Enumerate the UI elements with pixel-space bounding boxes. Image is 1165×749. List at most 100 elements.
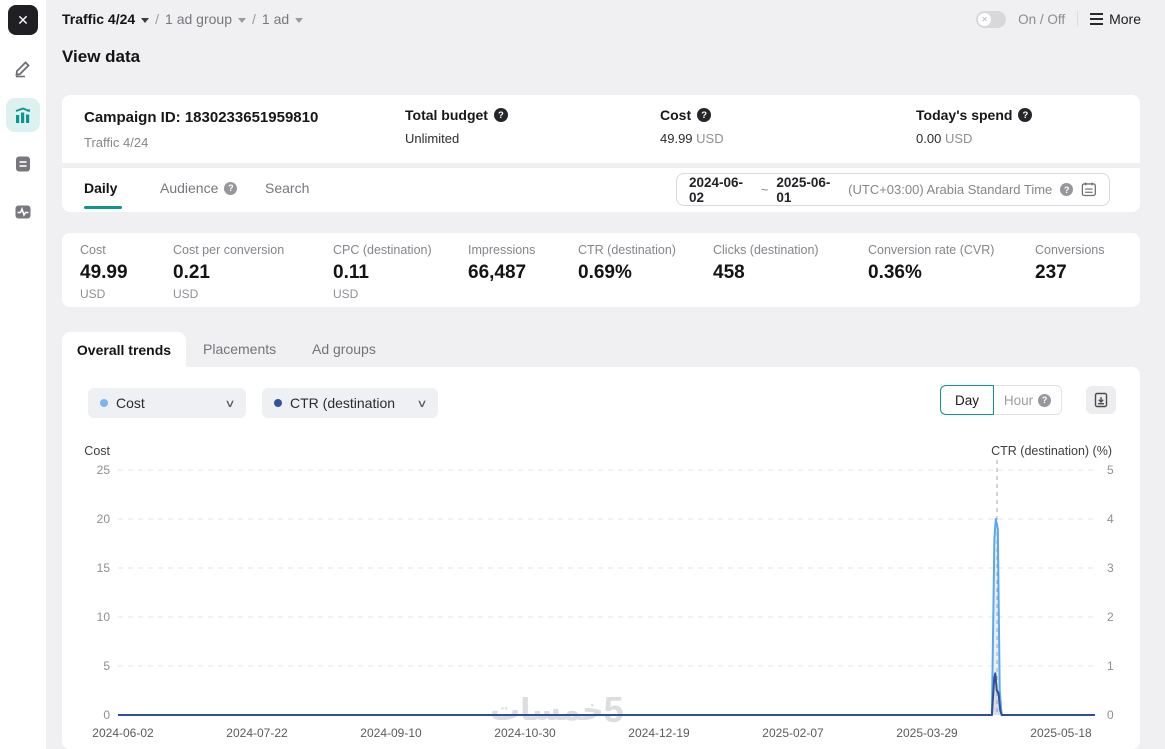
svg-text:5: 5 (1107, 463, 1114, 477)
chevron-down-icon: ∨ (224, 397, 236, 410)
metrics-summary-card: Cost 49.99 USD Cost per conversion 0.21 USD … (62, 233, 1140, 307)
breadcrumb-ad-group[interactable]: 1 ad group (165, 11, 232, 27)
activity-pulse-icon[interactable] (12, 201, 34, 223)
metric-ctr-destination: CTR (destination) 0.69% (578, 243, 676, 283)
metric-cpc-destination: CPC (destination) 0.11 USD (333, 243, 432, 301)
document-icon[interactable] (12, 153, 34, 175)
svg-text:Cost: Cost (84, 444, 110, 458)
svg-text:25: 25 (97, 463, 111, 477)
calendar-icon[interactable] (1081, 181, 1097, 198)
help-icon[interactable]: ? (1060, 183, 1074, 196)
svg-text:0: 0 (103, 708, 110, 722)
breadcrumb-separator: / (252, 11, 256, 27)
svg-text:20: 20 (97, 512, 111, 526)
more-menu-button[interactable]: More (1090, 11, 1141, 27)
tab-daily[interactable]: Daily (84, 168, 117, 209)
campaign-id: Campaign ID: 1830233651959810 (84, 109, 319, 126)
campaign-onoff-toggle[interactable]: ✕ (976, 10, 1007, 28)
breadcrumb-ad[interactable]: 1 ad (262, 11, 289, 27)
metric-clicks-destination: Clicks (destination) 458 (713, 243, 819, 283)
menu-lines-icon (1090, 13, 1104, 25)
tab-ad-groups[interactable]: Ad groups (312, 332, 376, 367)
toggle-knob-icon: ✕ (978, 12, 992, 26)
svg-text:2024-07-22: 2024-07-22 (226, 726, 288, 740)
chart-panel: Cost ∨ CTR (destination ∨ Day Hour? خمسا… (62, 367, 1140, 749)
todays-spend-label: Today's spend (916, 107, 1013, 123)
total-budget-value: Unlimited (405, 131, 460, 146)
metric-select-1[interactable]: Cost ∨ (88, 388, 246, 418)
tab-overall-trends[interactable]: Overall trends (62, 332, 186, 367)
date-range-picker[interactable]: 2024-06-02 ~ 2025-06-01 (UTC+03:00) Arab… (676, 173, 1110, 206)
total-budget-label: Total budget (405, 107, 488, 123)
svg-text:1: 1 (1107, 659, 1114, 673)
svg-text:3: 3 (1107, 561, 1114, 575)
campaign-name: Traffic 4/24 (84, 135, 149, 150)
trend-chart[interactable]: 0 5 10 15 20 25 0 1 2 3 4 5 2024-06-02 2024-07-22 2024… (75, 443, 1120, 745)
trend-tabs: Overall trends Placements Ad groups (62, 332, 1140, 367)
metric-cost-per-conversion: Cost per conversion 0.21 USD (173, 243, 285, 301)
svg-text:15: 15 (97, 561, 111, 575)
svg-text:2024-06-02: 2024-06-02 (92, 726, 154, 740)
divider (1077, 11, 1079, 27)
cost-label: Cost (660, 107, 692, 123)
date-end: 2025-06-01 (776, 174, 831, 205)
cost-column: Cost? 49.99 USD (660, 107, 724, 146)
chevron-down-icon[interactable] (141, 17, 150, 23)
svg-text:2024-10-30: 2024-10-30 (494, 726, 556, 740)
svg-text:2025-03-29: 2025-03-29 (896, 726, 958, 740)
left-sidebar: ✕ (0, 0, 46, 749)
svg-text:2: 2 (1107, 610, 1114, 624)
chevron-down-icon[interactable] (238, 17, 246, 23)
view-tabs-section: Daily Audience? Search 2024-06-02 ~ 2025… (62, 168, 1140, 212)
help-icon[interactable]: ? (224, 182, 238, 195)
view-data-page: ✕ Traffic 4/24 / 1 ad group / 1 ad ✕ On … (0, 0, 1165, 749)
close-icon[interactable]: ✕ (8, 5, 38, 35)
analytics-chart-icon[interactable] (6, 98, 40, 132)
more-label: More (1109, 11, 1141, 27)
help-icon[interactable]: ? (697, 108, 712, 122)
help-icon[interactable]: ? (1018, 108, 1033, 122)
timezone-label: (UTC+03:00) Arabia Standard Time (848, 182, 1053, 197)
tab-search[interactable]: Search (265, 168, 309, 209)
series-color-dot (100, 399, 108, 407)
chevron-down-icon: ∨ (416, 397, 428, 410)
date-tilde: ~ (760, 182, 769, 197)
tab-audience[interactable]: Audience? (160, 168, 238, 209)
svg-text:10: 10 (97, 610, 111, 624)
svg-text:2025-02-07: 2025-02-07 (762, 726, 824, 740)
top-bar: Traffic 4/24 / 1 ad group / 1 ad ✕ On / … (62, 0, 1165, 38)
export-report-button[interactable] (1086, 386, 1116, 414)
cost-unit: USD (696, 131, 724, 146)
metric-impressions: Impressions 66,487 (468, 243, 536, 283)
breadcrumb: Traffic 4/24 / 1 ad group / 1 ad (62, 11, 304, 27)
line-chart-svg: 0 5 10 15 20 25 0 1 2 3 4 5 2024-06-02 2024-07-22 2024… (84, 444, 1114, 740)
edit-pencil-icon[interactable] (12, 57, 34, 79)
hour-button[interactable]: Hour? (994, 385, 1062, 415)
metric-conversion-rate: Conversion rate (CVR) 0.36% (868, 243, 995, 283)
breadcrumb-campaign[interactable]: Traffic 4/24 (62, 11, 135, 27)
page-title: View data (62, 47, 141, 66)
svg-text:2024-12-19: 2024-12-19 (628, 726, 690, 740)
export-document-icon (1094, 392, 1108, 408)
total-budget-column: Total budget? Unlimited (405, 107, 508, 146)
metric-select-1-label: Cost (116, 395, 145, 411)
svg-text:0: 0 (1107, 708, 1114, 722)
help-icon: ? (1038, 393, 1052, 407)
cost-value: 49.99 (660, 131, 693, 146)
series-color-dot (274, 399, 282, 407)
tab-placements[interactable]: Placements (203, 332, 276, 367)
svg-text:5: 5 (103, 659, 110, 673)
svg-text:CTR (destination) (%): CTR (destination) (%) (991, 444, 1112, 458)
active-tab-underline (84, 206, 122, 209)
breadcrumb-separator: / (155, 11, 160, 27)
help-icon[interactable]: ? (493, 108, 508, 122)
chevron-down-icon[interactable] (295, 17, 304, 23)
todays-spend-column: Today's spend? 0.00 USD (916, 107, 1033, 146)
day-button[interactable]: Day (940, 385, 994, 415)
metric-select-2-label: CTR (destination (290, 395, 396, 411)
granularity-toggle: Day Hour? (940, 385, 1062, 415)
metric-select-2[interactable]: CTR (destination ∨ (262, 388, 438, 418)
svg-text:2025-05-18: 2025-05-18 (1030, 726, 1092, 740)
todays-spend-value: 0.00 (916, 131, 942, 146)
metric-cost: Cost 49.99 USD (80, 243, 128, 301)
